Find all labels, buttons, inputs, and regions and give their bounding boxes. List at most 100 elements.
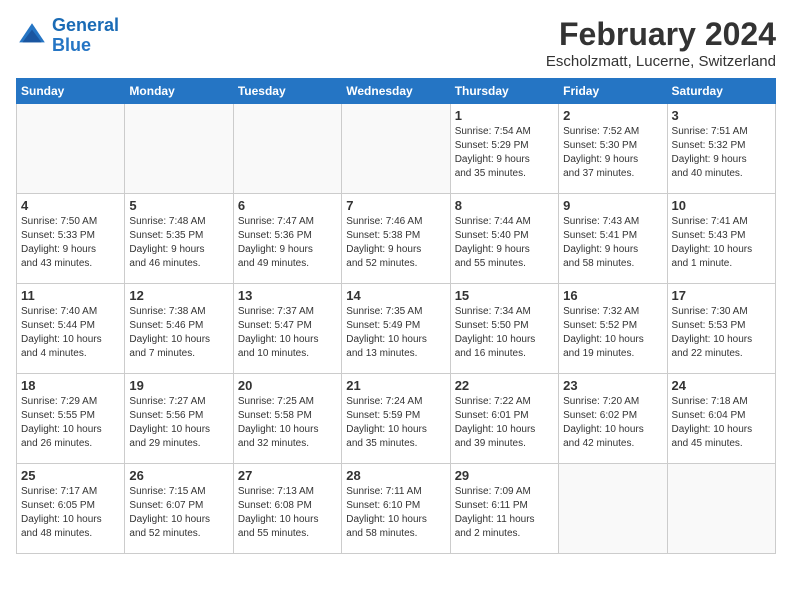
- day-number: 20: [238, 378, 337, 393]
- day-number: 8: [455, 198, 554, 213]
- week-row-4: 18 Sunrise: 7:29 AM Sunset: 5:55 PM Dayli…: [17, 374, 776, 464]
- calendar-cell: 1Sunrise: 7:54 AM Sunset: 5:29 PM Daylig…: [450, 104, 558, 194]
- day-number: 9: [563, 198, 662, 213]
- day-info: Sunrise: 7:22 AM Sunset: 6:01 PM Dayligh…: [455, 395, 554, 451]
- calendar-cell: 14Sunrise: 7:35 AM Sunset: 5:49 PM Dayli…: [342, 284, 450, 374]
- day-number: 27: [238, 468, 337, 483]
- day-number: 7: [346, 198, 445, 213]
- day-number: 16: [563, 288, 662, 303]
- day-info: Sunrise: 7:09 AM Sunset: 6:11 PM Dayligh…: [455, 485, 554, 541]
- day-info: Sunrise: 7:47 AM Sunset: 5:36 PM Dayligh…: [238, 215, 337, 271]
- day-number: 12: [129, 288, 228, 303]
- calendar-cell: [125, 104, 233, 194]
- day-number: 1: [455, 108, 554, 123]
- day-info: Sunrise: 7:44 AM Sunset: 5:40 PM Dayligh…: [455, 215, 554, 271]
- calendar-cell: 13 Sunrise: 7:37 AM Sunset: 5:47 PM Dayli…: [233, 284, 341, 374]
- title-block: February 2024 Escholzmatt, Lucerne, Swit…: [546, 16, 776, 70]
- calendar-cell: [559, 464, 667, 554]
- calendar-cell: 25Sunrise: 7:17 AM Sunset: 6:05 PM Dayli…: [17, 464, 125, 554]
- calendar-cell: 12 Sunrise: 7:38 AM Sunset: 5:46 PM Dayli…: [125, 284, 233, 374]
- calendar-cell: 15 Sunrise: 7:34 AM Sunset: 5:50 PM Dayli…: [450, 284, 558, 374]
- day-number: 24: [672, 378, 771, 393]
- calendar-cell: 29 Sunrise: 7:09 AM Sunset: 6:11 PM Dayli…: [450, 464, 558, 554]
- calendar-cell: 10Sunrise: 7:41 AM Sunset: 5:43 PM Dayli…: [667, 194, 775, 284]
- header-day-thursday: Thursday: [450, 79, 558, 104]
- header-row: SundayMondayTuesdayWednesdayThursdayFrid…: [17, 79, 776, 104]
- day-number: 26: [129, 468, 228, 483]
- header-day-wednesday: Wednesday: [342, 79, 450, 104]
- day-number: 5: [129, 198, 228, 213]
- day-number: 22: [455, 378, 554, 393]
- calendar-cell: 26Sunrise: 7:15 AM Sunset: 6:07 PM Dayli…: [125, 464, 233, 554]
- calendar-cell: 8 Sunrise: 7:44 AM Sunset: 5:40 PM Daylig…: [450, 194, 558, 284]
- day-info: Sunrise: 7:51 AM Sunset: 5:32 PM Dayligh…: [672, 125, 771, 181]
- calendar-cell: [342, 104, 450, 194]
- day-info: Sunrise: 7:25 AM Sunset: 5:58 PM Dayligh…: [238, 395, 337, 451]
- calendar-cell: [667, 464, 775, 554]
- subtitle: Escholzmatt, Lucerne, Switzerland: [546, 53, 776, 70]
- calendar-cell: 9 Sunrise: 7:43 AM Sunset: 5:41 PM Daylig…: [559, 194, 667, 284]
- day-number: 23: [563, 378, 662, 393]
- day-info: Sunrise: 7:40 AM Sunset: 5:44 PM Dayligh…: [21, 305, 120, 361]
- logo-general: General: [52, 15, 119, 35]
- day-info: Sunrise: 7:20 AM Sunset: 6:02 PM Dayligh…: [563, 395, 662, 451]
- day-number: 21: [346, 378, 445, 393]
- calendar-cell: 21 Sunrise: 7:24 AM Sunset: 5:59 PM Dayli…: [342, 374, 450, 464]
- calendar-cell: 18 Sunrise: 7:29 AM Sunset: 5:55 PM Dayli…: [17, 374, 125, 464]
- calendar: SundayMondayTuesdayWednesdayThursdayFrid…: [16, 78, 776, 554]
- page-header: General Blue February 2024 Escholzmatt, …: [16, 16, 776, 70]
- day-info: Sunrise: 7:24 AM Sunset: 5:59 PM Dayligh…: [346, 395, 445, 451]
- header-day-sunday: Sunday: [17, 79, 125, 104]
- day-info: Sunrise: 7:11 AM Sunset: 6:10 PM Dayligh…: [346, 485, 445, 541]
- calendar-cell: 16 Sunrise: 7:32 AM Sunset: 5:52 PM Dayli…: [559, 284, 667, 374]
- day-info: Sunrise: 7:32 AM Sunset: 5:52 PM Dayligh…: [563, 305, 662, 361]
- calendar-cell: 4 Sunrise: 7:50 AM Sunset: 5:33 PM Daylig…: [17, 194, 125, 284]
- calendar-cell: 28Sunrise: 7:11 AM Sunset: 6:10 PM Dayli…: [342, 464, 450, 554]
- day-number: 13: [238, 288, 337, 303]
- header-day-monday: Monday: [125, 79, 233, 104]
- day-number: 11: [21, 288, 120, 303]
- day-info: Sunrise: 7:48 AM Sunset: 5:35 PM Dayligh…: [129, 215, 228, 271]
- day-info: Sunrise: 7:52 AM Sunset: 5:30 PM Dayligh…: [563, 125, 662, 181]
- calendar-cell: 3 Sunrise: 7:51 AM Sunset: 5:32 PM Daylig…: [667, 104, 775, 194]
- header-day-saturday: Saturday: [667, 79, 775, 104]
- day-number: 3: [672, 108, 771, 123]
- calendar-cell: 5 Sunrise: 7:48 AM Sunset: 5:35 PM Daylig…: [125, 194, 233, 284]
- logo-text: General Blue: [52, 16, 119, 56]
- day-number: 15: [455, 288, 554, 303]
- day-number: 18: [21, 378, 120, 393]
- day-number: 10: [672, 198, 771, 213]
- day-info: Sunrise: 7:37 AM Sunset: 5:47 PM Dayligh…: [238, 305, 337, 361]
- day-info: Sunrise: 7:50 AM Sunset: 5:33 PM Dayligh…: [21, 215, 120, 271]
- day-info: Sunrise: 7:35 AM Sunset: 5:49 PM Dayligh…: [346, 305, 445, 361]
- day-info: Sunrise: 7:34 AM Sunset: 5:50 PM Dayligh…: [455, 305, 554, 361]
- calendar-body: 1Sunrise: 7:54 AM Sunset: 5:29 PM Daylig…: [17, 104, 776, 554]
- day-number: 2: [563, 108, 662, 123]
- day-number: 19: [129, 378, 228, 393]
- calendar-cell: 27 Sunrise: 7:13 AM Sunset: 6:08 PM Dayli…: [233, 464, 341, 554]
- day-number: 4: [21, 198, 120, 213]
- calendar-cell: 20 Sunrise: 7:25 AM Sunset: 5:58 PM Dayli…: [233, 374, 341, 464]
- calendar-cell: [233, 104, 341, 194]
- calendar-cell: 11 Sunrise: 7:40 AM Sunset: 5:44 PM Dayli…: [17, 284, 125, 374]
- calendar-cell: 17Sunrise: 7:30 AM Sunset: 5:53 PM Dayli…: [667, 284, 775, 374]
- day-info: Sunrise: 7:43 AM Sunset: 5:41 PM Dayligh…: [563, 215, 662, 271]
- logo: General Blue: [16, 16, 119, 56]
- week-row-1: 1Sunrise: 7:54 AM Sunset: 5:29 PM Daylig…: [17, 104, 776, 194]
- day-info: Sunrise: 7:46 AM Sunset: 5:38 PM Dayligh…: [346, 215, 445, 271]
- day-info: Sunrise: 7:13 AM Sunset: 6:08 PM Dayligh…: [238, 485, 337, 541]
- calendar-cell: 7 Sunrise: 7:46 AM Sunset: 5:38 PM Daylig…: [342, 194, 450, 284]
- day-info: Sunrise: 7:27 AM Sunset: 5:56 PM Dayligh…: [129, 395, 228, 451]
- calendar-cell: 2 Sunrise: 7:52 AM Sunset: 5:30 PM Daylig…: [559, 104, 667, 194]
- calendar-cell: 6Sunrise: 7:47 AM Sunset: 5:36 PM Daylig…: [233, 194, 341, 284]
- day-number: 29: [455, 468, 554, 483]
- day-info: Sunrise: 7:38 AM Sunset: 5:46 PM Dayligh…: [129, 305, 228, 361]
- week-row-2: 4 Sunrise: 7:50 AM Sunset: 5:33 PM Daylig…: [17, 194, 776, 284]
- calendar-cell: 23 Sunrise: 7:20 AM Sunset: 6:02 PM Dayli…: [559, 374, 667, 464]
- day-info: Sunrise: 7:29 AM Sunset: 5:55 PM Dayligh…: [21, 395, 120, 451]
- calendar-cell: 22 Sunrise: 7:22 AM Sunset: 6:01 PM Dayli…: [450, 374, 558, 464]
- calendar-cell: 24Sunrise: 7:18 AM Sunset: 6:04 PM Dayli…: [667, 374, 775, 464]
- header-day-tuesday: Tuesday: [233, 79, 341, 104]
- day-number: 17: [672, 288, 771, 303]
- day-info: Sunrise: 7:17 AM Sunset: 6:05 PM Dayligh…: [21, 485, 120, 541]
